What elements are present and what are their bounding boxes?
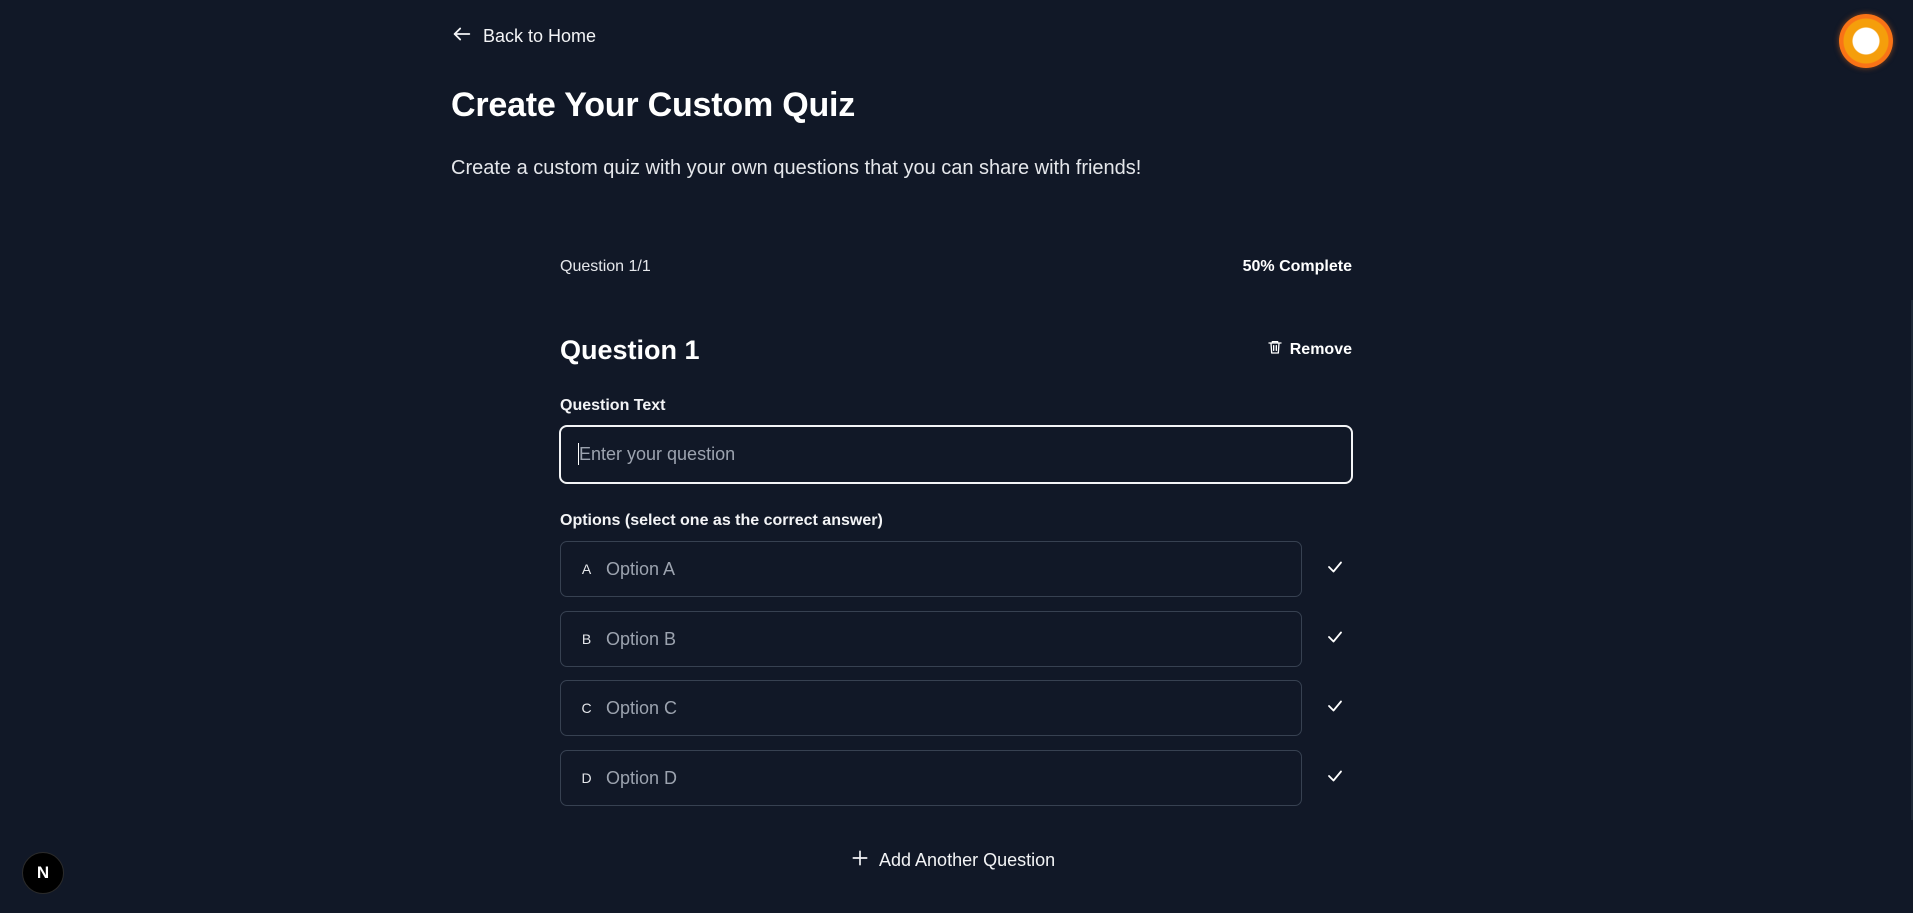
option-letter: A (581, 561, 592, 577)
plus-icon (850, 848, 870, 873)
question-heading: Question 1 (560, 335, 700, 365)
check-icon (1326, 558, 1344, 581)
options-label: Options (select one as the correct answe… (560, 512, 883, 529)
progress-label: Question 1/1 (560, 258, 651, 275)
option-d-input[interactable] (606, 751, 1301, 805)
back-to-home-link[interactable]: Back to Home (451, 23, 596, 50)
check-icon (1326, 697, 1344, 720)
add-another-question-button[interactable]: Add Another Question (850, 848, 1055, 873)
remove-label: Remove (1289, 340, 1352, 358)
option-c-input[interactable] (606, 681, 1301, 735)
option-b-input[interactable] (606, 612, 1301, 666)
check-icon (1326, 767, 1344, 790)
option-letter: B (581, 631, 592, 647)
back-to-home-label: Back to Home (483, 26, 597, 46)
option-letter: D (581, 770, 592, 786)
add-another-question-label: Add Another Question (879, 850, 1056, 870)
page-subtitle: Create a custom quiz with your own quest… (451, 157, 1142, 179)
page: Back to Home Create Your Custom Quiz Cre… (0, 0, 1913, 913)
question-text-input[interactable] (559, 425, 1353, 484)
text-caret (578, 443, 579, 465)
mark-correct-c-button[interactable] (1322, 695, 1348, 721)
framework-dev-badge[interactable]: N (22, 852, 64, 894)
option-row-d: D (560, 750, 1302, 806)
arrow-left-icon (451, 23, 473, 50)
progress-percent: 50% Complete (1242, 258, 1352, 275)
progress-bar (560, 290, 1352, 292)
framework-letter: N (36, 863, 50, 882)
option-a-input[interactable] (606, 542, 1301, 596)
page-title: Create Your Custom Quiz (451, 86, 856, 124)
orange-avatar-icon[interactable] (1839, 14, 1893, 68)
mark-correct-a-button[interactable] (1322, 556, 1348, 582)
trash-icon (1267, 339, 1283, 360)
mark-correct-d-button[interactable] (1322, 765, 1348, 791)
option-row-b: B (560, 611, 1302, 667)
option-row-c: C (560, 680, 1302, 736)
question-text-label: Question Text (560, 397, 666, 414)
mark-correct-b-button[interactable] (1322, 626, 1348, 652)
progress-bar-fill (560, 290, 956, 292)
remove-question-button[interactable]: Remove (1267, 339, 1352, 360)
option-row-a: A (560, 541, 1302, 597)
option-letter: C (581, 700, 592, 716)
check-icon (1326, 628, 1344, 651)
